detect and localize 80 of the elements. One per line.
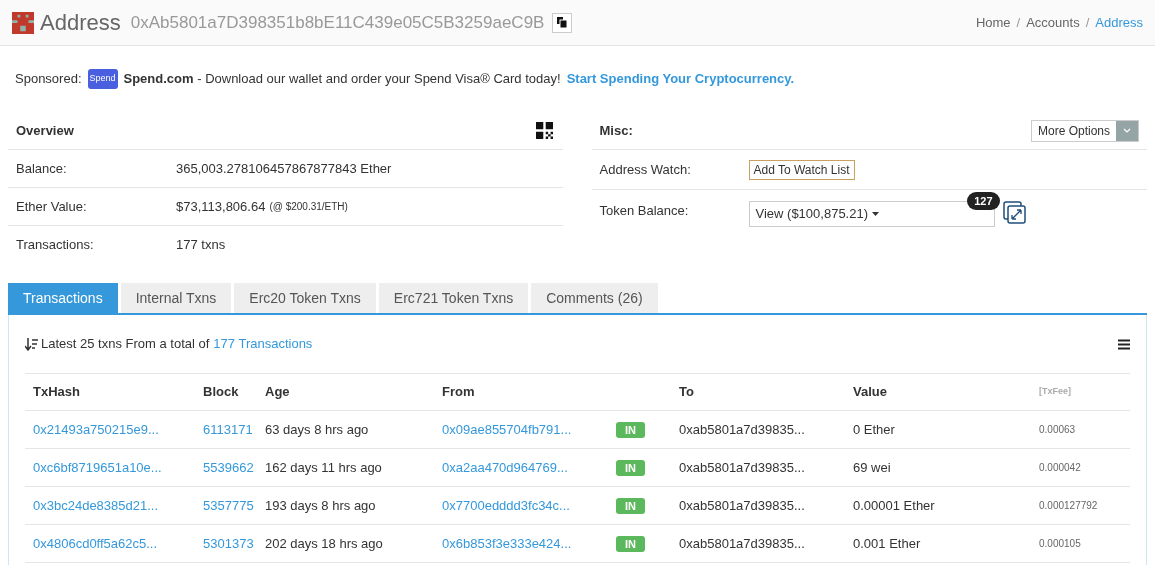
breadcrumb-separator: /: [1016, 13, 1021, 32]
expand-icon[interactable]: [1002, 201, 1027, 225]
breadcrumb-link[interactable]: Address: [1095, 12, 1143, 33]
column-header: [TxFee]: [1039, 385, 1072, 399]
sponsored-text: Spend.com - Download our wallet and order your Spend Visa® Card today!: [123, 70, 561, 89]
to-address-cell-text: 0xab5801a7d39835...: [679, 420, 806, 439]
to-address-cell-text: 0xab5801a7d39835...: [679, 534, 806, 553]
tx-hash-link[interactable]: 0x21493a750215e9...: [33, 419, 203, 440]
from-address-link[interactable]: 0xa2aa470d964769...: [442, 457, 616, 478]
from-address-link[interactable]: 0x09ae855704fb791...: [442, 419, 616, 440]
age-cell-text: 63 days 8 hrs ago: [265, 420, 370, 439]
overview-value: 365,003.278106457867877843 Ether: [176, 159, 392, 178]
chevron-down-icon: [1123, 128, 1131, 133]
age-cell-text: 202 days 18 hrs ago: [265, 534, 384, 553]
block-link[interactable]: 6113171: [203, 419, 265, 440]
to-address-cell-text: 0xab5801a7d39835...: [679, 458, 806, 477]
direction-badge: IN: [616, 459, 645, 476]
from-address-link[interactable]: 0x7700edddd3fc34c...: [442, 495, 616, 516]
overview-value: 177 txns: [176, 236, 226, 255]
value-cell-text: 69 wei: [853, 458, 892, 477]
overview-label: Balance:: [16, 159, 68, 178]
summary-text: Latest 25 txns From a total of: [41, 335, 210, 354]
add-to-watch-list-button[interactable]: Add To Watch List: [748, 159, 855, 180]
address-hash: 0xAb5801a7D398351b8bE11C439e05C5B3259aeC9B: [130, 11, 545, 34]
overview-value: $73,113,806.64: [176, 197, 266, 216]
caret-icon: [872, 212, 879, 216]
misc-title: Misc:: [599, 121, 633, 140]
column-header: To: [679, 383, 695, 402]
tab[interactable]: Comments (26): [531, 283, 658, 313]
overview-label: Transactions:: [16, 236, 95, 255]
sort-icon: [25, 337, 38, 351]
token-balance-label: Token Balance:: [599, 202, 690, 220]
block-link[interactable]: 5539662: [203, 457, 265, 478]
copy-button[interactable]: [552, 12, 573, 33]
sponsor-logo: Spend: [87, 69, 118, 89]
value-cell-text: 0.001 Ether: [853, 534, 922, 553]
copy-icon: [557, 17, 568, 28]
address-watch-label: Address Watch:: [599, 160, 692, 179]
tab[interactable]: Transactions: [8, 283, 118, 313]
column-header: Age: [265, 383, 291, 402]
tx-hash-link[interactable]: 0xc6bf8719651a10e...: [33, 457, 203, 478]
tx-hash-link[interactable]: 0x4806cd0ff5a62c5...: [33, 533, 203, 554]
sponsored-link[interactable]: Start Spending Your Cryptocurrency.: [566, 69, 795, 89]
column-header: Block: [203, 383, 240, 402]
overview-title: Overview: [16, 121, 74, 140]
overview-label: Ether Value:: [16, 197, 88, 216]
sponsored-label: Sponsored:: [15, 70, 82, 89]
direction-badge: IN: [616, 421, 645, 438]
menu-icon[interactable]: [1118, 338, 1130, 350]
avatar-icon: [12, 11, 34, 34]
tx-hash-link[interactable]: 0x3bc24de8385d21...: [33, 495, 203, 516]
breadcrumb-separator: /: [1085, 13, 1090, 32]
tx-fee-cell-text: 0.000127792: [1039, 499, 1099, 513]
value-cell-text: 0.00001 Ether: [853, 496, 936, 515]
column-header: Value: [853, 383, 888, 402]
token-count-badge: 127: [967, 192, 1000, 210]
tab[interactable]: Internal Txns: [120, 283, 232, 313]
column-header: From: [442, 383, 476, 402]
age-cell-text: 162 days 11 hrs ago: [265, 458, 383, 477]
tab[interactable]: Erc721 Token Txns: [378, 283, 529, 313]
transactions-link[interactable]: 177 Transactions: [213, 334, 313, 354]
column-header: TxHash: [33, 383, 81, 402]
price-note: (@ $200.31/ETH): [269, 200, 348, 214]
tx-fee-cell-text: 0.00063: [1039, 423, 1077, 437]
block-link[interactable]: 5357775: [203, 495, 265, 516]
page-title: Address: [40, 9, 121, 37]
breadcrumb-link[interactable]: Accounts: [1026, 12, 1080, 33]
breadcrumb-link[interactable]: Home: [975, 12, 1011, 33]
direction-badge: IN: [616, 535, 645, 552]
qr-code-icon[interactable]: [535, 122, 553, 139]
tx-fee-cell-text: 0.000105: [1039, 537, 1082, 551]
tab[interactable]: Erc20 Token Txns: [234, 283, 376, 313]
tx-fee-cell-text: 0.000042: [1039, 461, 1082, 475]
age-cell-text: 193 days 8 hrs ago: [265, 496, 377, 515]
value-cell-text: 0 Ether: [853, 420, 896, 439]
from-address-link[interactable]: 0x6b853f3e333e424...: [442, 533, 616, 554]
to-address-cell-text: 0xab5801a7d39835...: [679, 496, 806, 515]
block-link[interactable]: 5301373: [203, 533, 265, 554]
direction-badge: IN: [616, 497, 645, 514]
more-options-button[interactable]: More Options: [1030, 119, 1139, 142]
